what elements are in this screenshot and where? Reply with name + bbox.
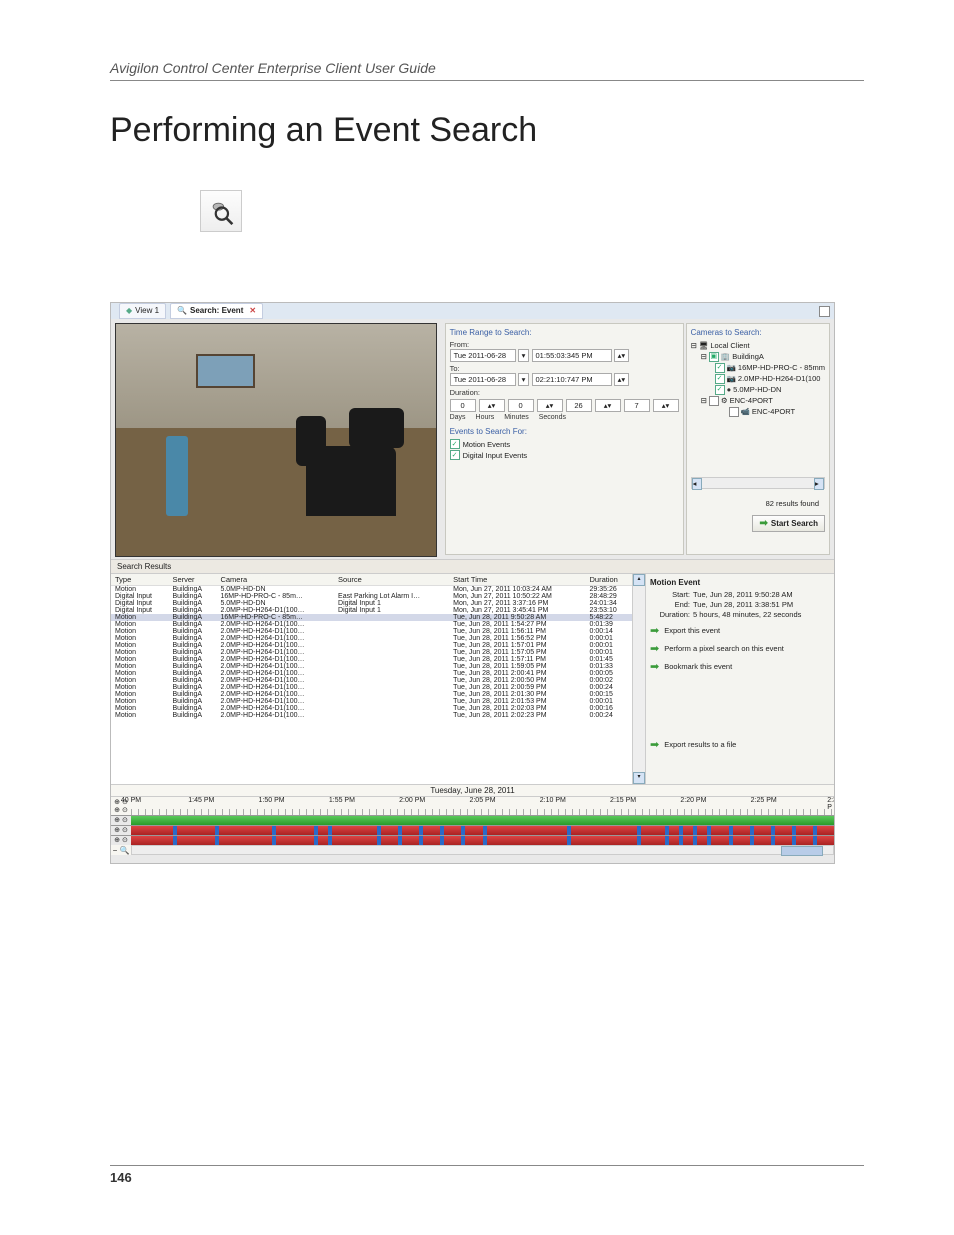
timeline-zoom-out[interactable]: − 🔍 [111, 846, 131, 855]
export-event-link[interactable]: ➡Export this event [650, 624, 830, 637]
table-row[interactable]: MotionBuildingA2.0MP-HD-H264-D1(100…Tue,… [111, 621, 632, 628]
col-source[interactable]: Source [334, 574, 449, 586]
to-date-dropdown[interactable]: ▾ [518, 373, 530, 386]
col-start[interactable]: Start Time [449, 574, 585, 586]
seconds-input[interactable]: 7 [624, 399, 650, 412]
timeline-tick: 2:15 PM [610, 797, 636, 804]
close-icon[interactable]: ✕ [249, 304, 256, 318]
from-date-input[interactable]: Tue 2011-06-28 [450, 349, 516, 362]
timeline-tick: 1:45 PM [188, 797, 214, 804]
table-row[interactable]: Digital InputBuildingA2.0MP-HD-H264-D1(1… [111, 607, 632, 614]
results-vscroll[interactable]: ▴▾ [632, 574, 645, 784]
track-ctrl-1[interactable]: ⊕ ⊙ [111, 816, 131, 825]
timeline-tick: 1:55 PM [329, 797, 355, 804]
doc-header: Avigilon Control Center Enterprise Clien… [110, 60, 864, 81]
timeline-tick: 40 PM [121, 797, 141, 804]
timeline-tick: 2:05 PM [469, 797, 495, 804]
table-row[interactable]: MotionBuildingA2.0MP-HD-H264-D1(100…Tue,… [111, 677, 632, 684]
timeline[interactable]: Tuesday, June 28, 2011 ⊕ ⊙⊕ ⊙ 40 PM1:45 … [111, 784, 834, 855]
time-range-panel: Time Range to Search: From: Tue 2011-06-… [445, 323, 684, 555]
table-row[interactable]: MotionBuildingA2.0MP-HD-H264-D1(100…Tue,… [111, 635, 632, 642]
start-search-button[interactable]: ➡Start Search [752, 515, 825, 532]
table-row[interactable]: MotionBuildingA2.0MP-HD-H264-D1(100…Tue,… [111, 670, 632, 677]
to-time-input[interactable]: 02:21:10:747 PM [532, 373, 612, 386]
minutes-input[interactable]: 26 [566, 399, 592, 412]
col-server[interactable]: Server [168, 574, 216, 586]
table-row[interactable]: MotionBuildingA2.0MP-HD-H264-D1(100…Tue,… [111, 663, 632, 670]
from-time-input[interactable]: 01:55:03:345 PM [532, 349, 612, 362]
digital-input-checkbox[interactable]: ✓Digital Input Events [450, 450, 679, 460]
tab-bar: ◆View 1 🔍Search: Event✕ [111, 303, 834, 319]
results-table[interactable]: Type Server Camera Source Start Time Dur… [111, 574, 632, 784]
col-type[interactable]: Type [111, 574, 168, 586]
tab-view1[interactable]: ◆View 1 [119, 303, 166, 319]
timeline-tick: 2:20 PM [680, 797, 706, 804]
bookmark-event-link[interactable]: ➡Bookmark this event [650, 660, 830, 673]
from-date-dropdown[interactable]: ▾ [518, 349, 530, 362]
screenshot-figure: ◆View 1 🔍Search: Event✕ Time Range to Se… [110, 302, 835, 864]
days-input[interactable]: 0 [450, 399, 476, 412]
table-row[interactable]: MotionBuildingA5.0MP-HD-DNMon, Jun 27, 2… [111, 586, 632, 594]
to-date-input[interactable]: Tue 2011-06-28 [450, 373, 516, 386]
from-label: From: [450, 340, 679, 349]
page-title: Performing an Event Search [110, 111, 864, 150]
table-row[interactable]: MotionBuildingA2.0MP-HD-H264-D1(100…Tue,… [111, 684, 632, 691]
table-row[interactable]: MotionBuildingA2.0MP-HD-H264-D1(100…Tue,… [111, 656, 632, 663]
timeline-tick: 2:25 PM [751, 797, 777, 804]
results-count: 82 results found [766, 495, 819, 513]
to-time-spinner[interactable]: ▴▾ [614, 373, 630, 386]
timeline-tick: 1:50 PM [259, 797, 285, 804]
cameras-panel: Cameras to Search: ⊟🖥Local Client ⊟▣🏢Bui… [686, 323, 830, 555]
search-results-title: Search Results [111, 559, 834, 574]
table-row[interactable]: MotionBuildingA2.0MP-HD-H264-D1(100…Tue,… [111, 628, 632, 635]
table-row[interactable]: MotionBuildingA16MP-HD-PRO-C - 85m…Tue, … [111, 614, 632, 621]
cameras-title: Cameras to Search: [691, 328, 825, 337]
from-time-spinner[interactable]: ▴▾ [614, 349, 630, 362]
table-row[interactable]: Digital InputBuildingA16MP-HD-PRO-C - 85… [111, 593, 632, 600]
search-icon [200, 190, 242, 232]
table-row[interactable]: MotionBuildingA2.0MP-HD-H264-D1(100…Tue,… [111, 642, 632, 649]
track-ctrl-3[interactable]: ⊕ ⊙ [111, 836, 131, 845]
table-row[interactable]: MotionBuildingA2.0MP-HD-H264-D1(100…Tue,… [111, 712, 632, 719]
tab-search-event[interactable]: 🔍Search: Event✕ [170, 303, 263, 319]
camera-tree[interactable]: ⊟🖥Local Client ⊟▣🏢BuildingA ✓📷16MP-HD-PR… [691, 340, 825, 417]
track-ctrl-2[interactable]: ⊕ ⊙ [111, 826, 131, 835]
col-camera[interactable]: Camera [216, 574, 334, 586]
timeline-date: Tuesday, June 28, 2011 [111, 784, 834, 797]
timeline-hscroll[interactable] [131, 845, 834, 855]
table-row[interactable]: MotionBuildingA2.0MP-HD-H264-D1(100…Tue,… [111, 649, 632, 656]
event-detail-panel: Motion Event Start:Tue, Jun 28, 2011 9:5… [645, 574, 834, 784]
maximize-icon[interactable] [819, 306, 830, 317]
pixel-search-link[interactable]: ➡Perform a pixel search on this event [650, 642, 830, 655]
video-preview[interactable] [115, 323, 437, 557]
table-row[interactable]: MotionBuildingA2.0MP-HD-H264-D1(100…Tue,… [111, 705, 632, 712]
table-row[interactable]: MotionBuildingA2.0MP-HD-H264-D1(100…Tue,… [111, 698, 632, 705]
page-number: 146 [110, 1165, 864, 1185]
table-row[interactable]: MotionBuildingA2.0MP-HD-H264-D1(100…Tue,… [111, 691, 632, 698]
timeline-tick: 2:00 PM [399, 797, 425, 804]
detail-title: Motion Event [650, 578, 830, 587]
timeline-tick: 2:10 PM [540, 797, 566, 804]
tree-hscroll[interactable]: ◂▸ [691, 477, 825, 489]
to-label: To: [450, 364, 679, 373]
hours-input[interactable]: 0 [508, 399, 534, 412]
time-range-title: Time Range to Search: [450, 328, 679, 337]
duration-label: Duration: [450, 388, 679, 397]
motion-events-checkbox[interactable]: ✓Motion Events [450, 439, 679, 449]
events-for-title: Events to Search For: [450, 427, 679, 436]
table-row[interactable]: Digital InputBuildingA5.0MP-HD-DNDigital… [111, 600, 632, 607]
export-results-link[interactable]: ➡Export results to a file [650, 738, 830, 751]
timeline-tick: 2:30 P [827, 797, 835, 811]
col-duration[interactable]: Duration [585, 574, 632, 586]
